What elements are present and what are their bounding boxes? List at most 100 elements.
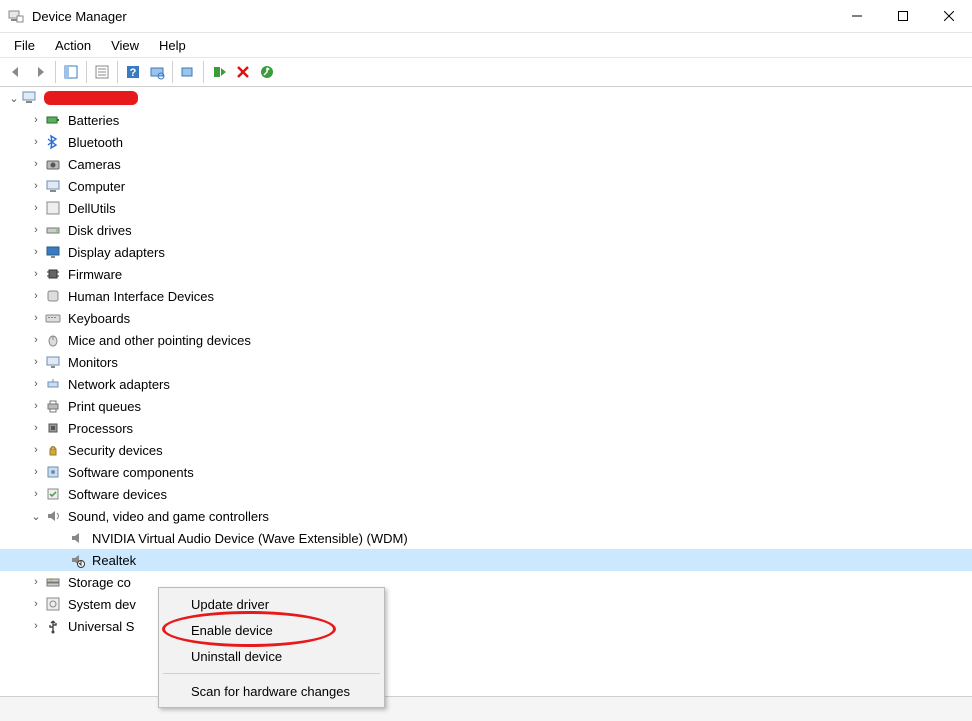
- category-label: System dev: [68, 597, 136, 612]
- chevron-right-icon[interactable]: ›: [28, 268, 44, 280]
- chevron-right-icon[interactable]: ›: [28, 400, 44, 412]
- device-tree[interactable]: ⌄ ›Batteries›Bluetooth›Cameras›Computer›…: [0, 86, 972, 721]
- swc-icon: [44, 463, 62, 481]
- speaker-disabled-icon: [68, 551, 86, 569]
- scan-hardware-button[interactable]: [145, 61, 169, 83]
- chevron-right-icon[interactable]: ›: [28, 334, 44, 346]
- category-swdevices[interactable]: › Software devices: [0, 483, 972, 505]
- category-printqueues[interactable]: › Print queues: [0, 395, 972, 417]
- device-manager-icon: [8, 8, 24, 24]
- category-label: Mice and other pointing devices: [68, 333, 251, 348]
- chevron-right-icon[interactable]: ›: [28, 114, 44, 126]
- category-cameras[interactable]: ›Cameras: [0, 153, 972, 175]
- category-netadapters[interactable]: › Network adapters: [0, 373, 972, 395]
- uninstall-device-button[interactable]: [231, 61, 255, 83]
- chevron-right-icon[interactable]: ›: [28, 488, 44, 500]
- display-icon: [44, 243, 62, 261]
- speaker-icon: [44, 507, 62, 525]
- category-usb[interactable]: ›Universal S: [0, 615, 972, 637]
- device-realtek[interactable]: Realtek: [0, 549, 972, 571]
- category-sound[interactable]: ⌄ Sound, video and game controllers: [0, 505, 972, 527]
- context-menu-enable[interactable]: Enable device: [161, 617, 382, 643]
- chevron-right-icon[interactable]: ›: [28, 246, 44, 258]
- chevron-right-icon[interactable]: ›: [28, 598, 44, 610]
- chevron-right-icon[interactable]: ›: [28, 312, 44, 324]
- category-label: Monitors: [68, 355, 118, 370]
- root-node[interactable]: ⌄: [0, 87, 972, 109]
- category-bluetooth[interactable]: ›Bluetooth: [0, 131, 972, 153]
- back-button[interactable]: [4, 61, 28, 83]
- menu-help[interactable]: Help: [151, 35, 194, 56]
- forward-button[interactable]: [28, 61, 52, 83]
- context-menu-uninstall[interactable]: Uninstall device: [161, 643, 382, 669]
- device-label: Realtek: [92, 553, 136, 568]
- category-monitors[interactable]: › Monitors: [0, 351, 972, 373]
- device-nvidia-audio[interactable]: NVIDIA Virtual Audio Device (Wave Extens…: [0, 527, 972, 549]
- category-hid[interactable]: › Human Interface Devices: [0, 285, 972, 307]
- show-hide-tree-button[interactable]: [59, 61, 83, 83]
- menubar: File Action View Help: [0, 32, 972, 57]
- category-computer[interactable]: ›Computer: [0, 175, 972, 197]
- menu-file[interactable]: File: [6, 35, 43, 56]
- chevron-right-icon[interactable]: ›: [28, 136, 44, 148]
- minimize-button[interactable]: [834, 0, 880, 32]
- category-diskdrives[interactable]: ›Disk drives: [0, 219, 972, 241]
- cpu-icon: [44, 419, 62, 437]
- chevron-right-icon[interactable]: ›: [28, 180, 44, 192]
- computer-icon: [22, 90, 38, 106]
- swd-icon: [44, 485, 62, 503]
- chevron-right-icon[interactable]: ›: [28, 466, 44, 478]
- category-label: Sound, video and game controllers: [68, 509, 269, 524]
- menu-action[interactable]: Action: [47, 35, 99, 56]
- chevron-right-icon[interactable]: ›: [28, 620, 44, 632]
- chevron-right-icon[interactable]: ›: [28, 378, 44, 390]
- category-display[interactable]: › Display adapters: [0, 241, 972, 263]
- context-menu-separator: [163, 673, 380, 674]
- chevron-right-icon[interactable]: ›: [28, 576, 44, 588]
- category-label: Human Interface Devices: [68, 289, 214, 304]
- refresh-button[interactable]: [255, 61, 279, 83]
- device-label: NVIDIA Virtual Audio Device (Wave Extens…: [92, 531, 408, 546]
- category-batteries[interactable]: ›Batteries: [0, 109, 972, 131]
- context-menu-update[interactable]: Update driver: [161, 591, 382, 617]
- chevron-down-icon[interactable]: ⌄: [28, 510, 44, 523]
- category-keyboards[interactable]: › Keyboards: [0, 307, 972, 329]
- window-controls: [834, 0, 972, 32]
- close-button[interactable]: [926, 0, 972, 32]
- redacted-computer-name: [44, 91, 138, 105]
- chevron-right-icon[interactable]: ›: [28, 158, 44, 170]
- category-label: Keyboards: [68, 311, 130, 326]
- category-storagectl[interactable]: ›Storage co: [0, 571, 972, 593]
- category-mice[interactable]: › Mice and other pointing devices: [0, 329, 972, 351]
- category-processors[interactable]: ›Processors: [0, 417, 972, 439]
- category-label: Display adapters: [68, 245, 165, 260]
- chevron-right-icon[interactable]: ›: [28, 290, 44, 302]
- help-button[interactable]: ?: [121, 61, 145, 83]
- update-driver-button[interactable]: [176, 61, 200, 83]
- properties-button[interactable]: [90, 61, 114, 83]
- category-label: Print queues: [68, 399, 141, 414]
- chevron-right-icon[interactable]: ›: [28, 422, 44, 434]
- category-swcomponents[interactable]: ›Software components: [0, 461, 972, 483]
- category-dellutils[interactable]: ›DellUtils: [0, 197, 972, 219]
- chevron-right-icon[interactable]: ›: [28, 202, 44, 214]
- menu-view[interactable]: View: [103, 35, 147, 56]
- chevron-right-icon[interactable]: ›: [28, 356, 44, 368]
- chevron-right-icon[interactable]: ›: [28, 444, 44, 456]
- context-menu-scan[interactable]: Scan for hardware changes: [161, 678, 382, 704]
- titlebar: Device Manager: [0, 0, 972, 32]
- category-label: Network adapters: [68, 377, 170, 392]
- toolbar-separator: [203, 61, 204, 83]
- category-label: Security devices: [68, 443, 163, 458]
- chevron-right-icon[interactable]: ›: [28, 224, 44, 236]
- category-label: Software devices: [68, 487, 167, 502]
- maximize-button[interactable]: [880, 0, 926, 32]
- category-security[interactable]: › Security devices: [0, 439, 972, 461]
- dell-icon: [44, 199, 62, 217]
- category-firmware[interactable]: ›Firmware: [0, 263, 972, 285]
- category-sysdev[interactable]: › System dev: [0, 593, 972, 615]
- chevron-down-icon[interactable]: ⌄: [6, 92, 22, 105]
- toolbar: ?: [0, 57, 972, 87]
- mouse-icon: [44, 331, 62, 349]
- enable-device-button[interactable]: [207, 61, 231, 83]
